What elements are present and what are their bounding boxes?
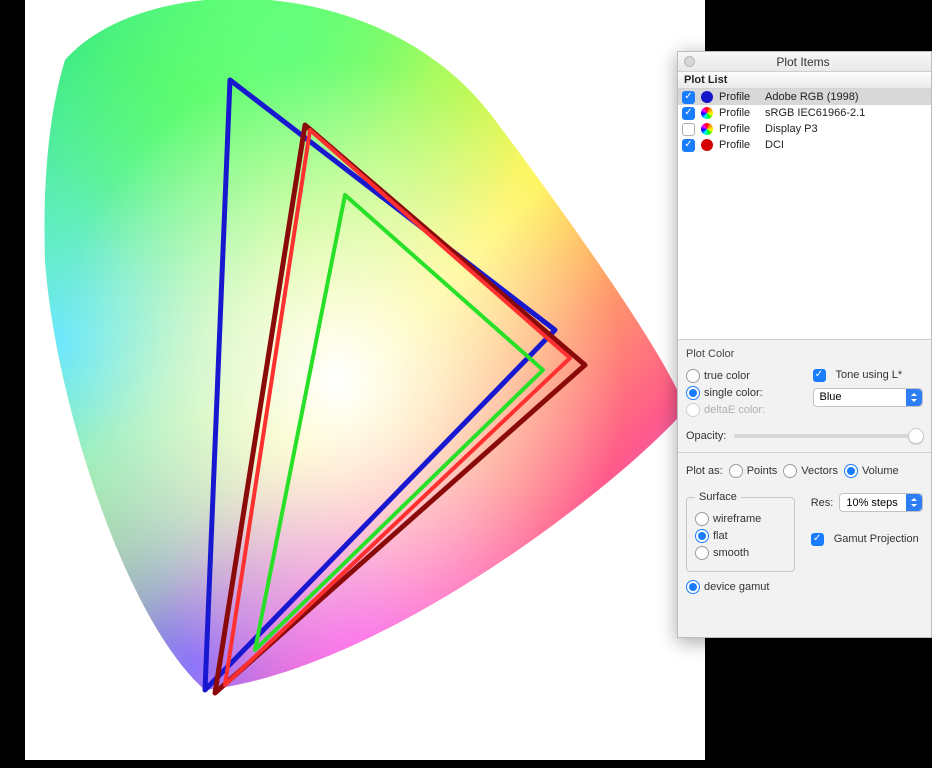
plot-as-points[interactable]: Points — [729, 464, 778, 478]
device-gamut-radio[interactable]: device gamut — [686, 580, 923, 594]
row-checkbox[interactable] — [682, 123, 695, 136]
panel-titlebar[interactable]: Plot Items — [678, 52, 931, 72]
panel-title: Plot Items — [695, 55, 931, 69]
row-checkbox[interactable]: ✓ — [682, 107, 695, 120]
single-color-radio[interactable]: single color: — [686, 386, 797, 400]
plot-color-header: Plot Color — [686, 348, 923, 360]
row-name: Adobe RGB (1998) — [765, 91, 931, 103]
surface-group: Surface wireframe flat smooth — [686, 491, 795, 572]
row-name: DCI — [765, 139, 931, 151]
row-checkbox[interactable]: ✓ — [682, 139, 695, 152]
row-kind: Profile — [719, 123, 765, 135]
row-kind: Profile — [719, 107, 765, 119]
plot-as-volume[interactable]: Volume — [844, 464, 899, 478]
plot-list-header: Plot List — [678, 72, 931, 89]
plot-list[interactable]: ✓ProfileAdobe RGB (1998)✓ProfilesRGB IEC… — [678, 89, 931, 339]
row-kind: Profile — [719, 139, 765, 151]
res-select[interactable]: 10% steps — [839, 493, 923, 512]
plot-color-group: Plot Color true color single color: delt… — [678, 339, 931, 452]
chevron-updown-icon — [906, 494, 922, 511]
row-kind: Profile — [719, 91, 765, 103]
tone-checkbox[interactable]: ✓Tone using L* — [813, 369, 903, 382]
surface-flat[interactable]: flat — [695, 529, 786, 543]
color-swatch-icon — [701, 107, 713, 119]
row-name: Display P3 — [765, 123, 931, 135]
color-swatch-icon — [701, 91, 713, 103]
plot-as-group: Plot as: Points Vectors Volume Surface w… — [678, 452, 931, 607]
plot-canvas[interactable] — [25, 0, 705, 760]
plot-list-row[interactable]: ✓ ProfilesRGB IEC61966-2.1 — [678, 105, 931, 121]
plot-items-panel: Plot Items Plot List ✓ProfileAdobe RGB (… — [677, 51, 932, 638]
color-swatch-icon — [701, 139, 713, 151]
gamut-projection-checkbox[interactable]: ✓Gamut Projection — [811, 533, 919, 546]
single-color-select[interactable]: Blue — [813, 388, 924, 407]
plot-list-row[interactable]: ✓ ProfileAdobe RGB (1998) — [678, 89, 931, 105]
row-name: sRGB IEC61966-2.1 — [765, 107, 931, 119]
row-checkbox[interactable]: ✓ — [682, 91, 695, 104]
close-icon[interactable] — [684, 56, 695, 67]
app-root: Plot Items Plot List ✓ProfileAdobe RGB (… — [0, 0, 932, 768]
res-label: Res: — [811, 497, 834, 509]
plot-as-label: Plot as: — [686, 465, 723, 477]
slider-knob[interactable] — [908, 428, 924, 444]
color-swatch-icon — [701, 123, 713, 135]
surface-smooth[interactable]: smooth — [695, 546, 786, 560]
surface-wireframe[interactable]: wireframe — [695, 512, 786, 526]
chevron-updown-icon — [906, 389, 922, 406]
opacity-label: Opacity: — [686, 430, 726, 442]
opacity-slider[interactable] — [734, 434, 923, 438]
plot-list-row[interactable]: ProfileDisplay P3 — [678, 121, 931, 137]
plot-list-row[interactable]: ✓ ProfileDCI — [678, 137, 931, 153]
plot-as-vectors[interactable]: Vectors — [783, 464, 838, 478]
deltae-color-radio: deltaE color: — [686, 403, 797, 417]
true-color-radio[interactable]: true color — [686, 369, 797, 383]
